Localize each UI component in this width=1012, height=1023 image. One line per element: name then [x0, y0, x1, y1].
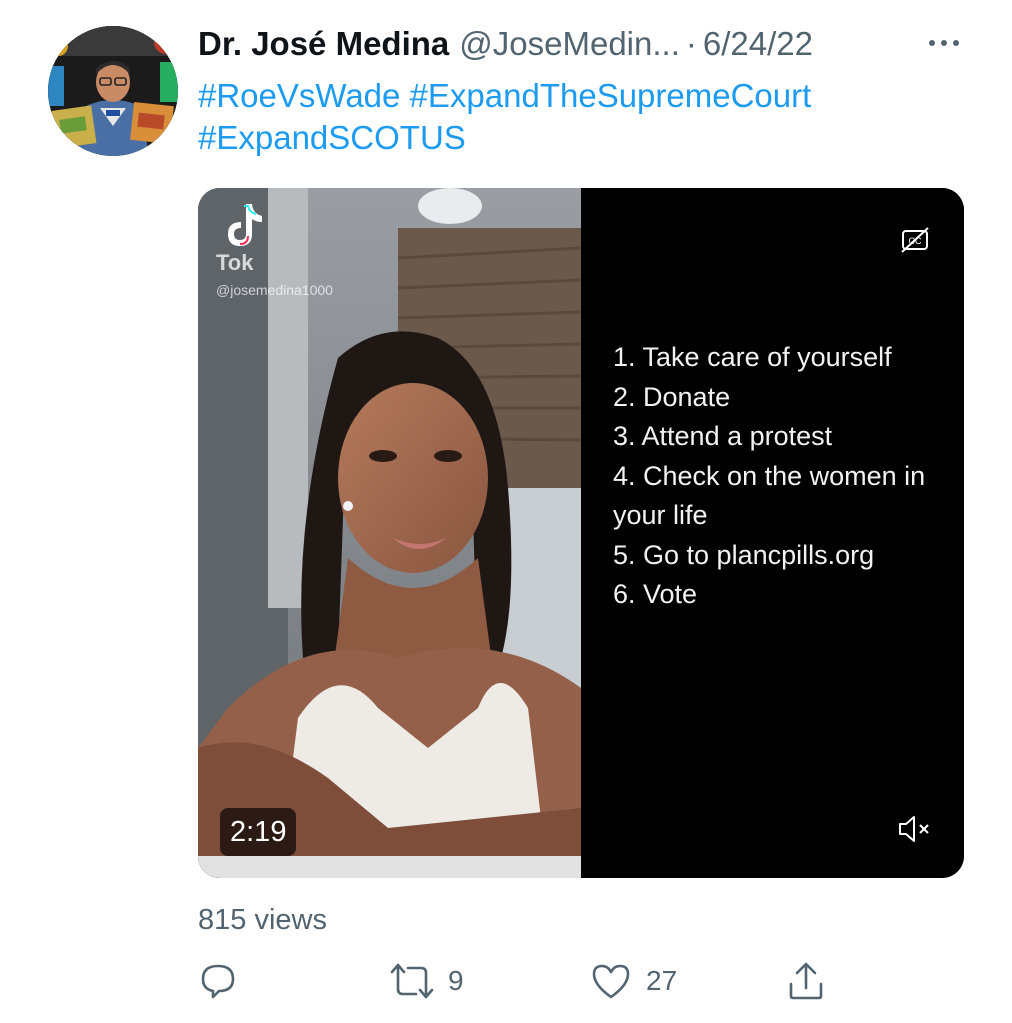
hashtag-line[interactable]: #RoeVsWade #ExpandTheSupremeCourt	[198, 75, 958, 117]
mute-button[interactable]	[896, 814, 932, 844]
video-duration-badge: 2:19	[220, 808, 297, 856]
tweet-text: #RoeVsWade #ExpandTheSupremeCourt #Expan…	[198, 75, 958, 159]
tiktok-watermark-user: @josemedina1000	[216, 282, 333, 298]
view-count: 815 views	[198, 904, 327, 936]
reply-icon	[201, 964, 235, 999]
retweet-count: 9	[448, 965, 464, 996]
retweet-icon	[390, 963, 434, 999]
tiktok-watermark-app: Tok	[216, 250, 254, 275]
captions-button[interactable]: CC	[900, 226, 930, 254]
tweet-date[interactable]: 6/24/22	[703, 24, 813, 64]
more-options-button[interactable]	[924, 28, 964, 58]
separator-dot: ·	[685, 25, 697, 62]
tweet[interactable]: Dr. José Medina @JoseMedin... · 6/24/22 …	[0, 0, 1012, 1023]
user-handle[interactable]: @JoseMedin...	[459, 24, 680, 64]
video-frame: Tok @josemedina1000 2:19	[198, 188, 581, 878]
list-item: 4. Check on the women in	[613, 460, 926, 491]
hashtag-line[interactable]: #ExpandSCOTUS	[198, 117, 958, 159]
list-item: 1. Take care of yourself	[613, 342, 892, 372]
action-bar: 9 27	[198, 958, 858, 1004]
volume-muted-icon	[899, 816, 929, 842]
display-name[interactable]: Dr. José Medina	[198, 24, 449, 64]
avatar-image	[48, 26, 178, 156]
like-count: 27	[646, 965, 678, 996]
steps-list: 1. Take care of yourself 2. Donate 3. At…	[613, 338, 964, 615]
reply-button[interactable]	[198, 958, 252, 1004]
list-item: 2. Donate	[613, 381, 731, 412]
list-item: 3. Attend a protest	[613, 421, 833, 451]
like-icon	[592, 964, 630, 999]
avatar[interactable]	[48, 26, 178, 156]
like-button[interactable]: 27	[590, 958, 677, 1004]
list-item: 6. Vote	[613, 579, 698, 609]
list-item: your life	[613, 500, 708, 530]
closed-captions-off-icon: CC	[901, 227, 929, 253]
tiktok-logo-icon	[228, 204, 262, 246]
video-text-panel: 1. Take care of yourself 2. Donate 3. At…	[581, 188, 964, 878]
list-item: 5. Go to plancpills.org	[613, 539, 875, 570]
share-button[interactable]	[786, 958, 840, 1004]
tweet-header: Dr. José Medina @JoseMedin... · 6/24/22	[198, 24, 813, 64]
video-player[interactable]: Tok @josemedina1000 2:19 1. Take care of…	[198, 188, 964, 878]
retweet-button[interactable]: 9	[390, 958, 464, 1004]
share-icon	[789, 962, 823, 1000]
more-horizontal-icon	[929, 40, 959, 46]
